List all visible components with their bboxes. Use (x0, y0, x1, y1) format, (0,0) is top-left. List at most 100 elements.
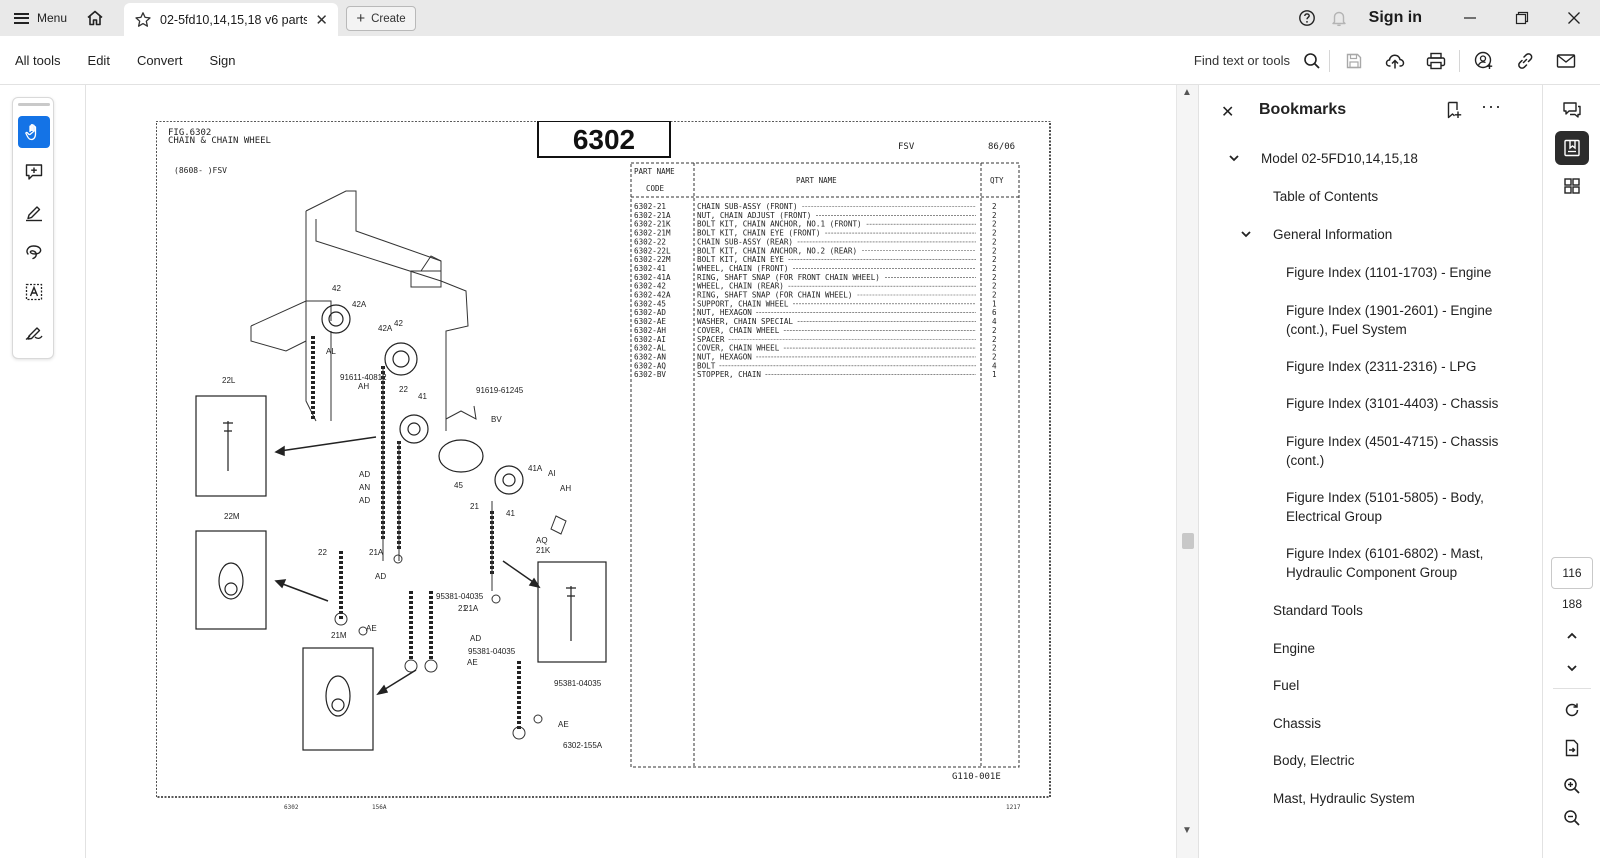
bookmark-item[interactable]: Model 02-5FD10,14,15,18 (1261, 149, 1509, 168)
menu-convert[interactable]: Convert (137, 53, 183, 68)
zoom-out-button[interactable] (1555, 801, 1589, 835)
bookmark-item[interactable]: Figure Index (4501-4715) - Chassis (cont… (1286, 432, 1509, 470)
hand-tool-button[interactable] (18, 116, 50, 148)
minimize-icon (1464, 17, 1476, 19)
menu-edit[interactable]: Edit (88, 53, 110, 68)
copy-link-button[interactable] (1504, 36, 1545, 85)
part-qty: 2 (992, 202, 997, 211)
bookmark-item[interactable]: Mast, Hydraulic System (1273, 789, 1509, 808)
print-button[interactable] (1415, 36, 1456, 85)
callout-label: AE (366, 624, 377, 633)
more-options-icon[interactable]: ··· (1481, 96, 1502, 117)
find-text-tools[interactable]: Find text or tools (1194, 53, 1290, 68)
part-code: 6302-21K (634, 220, 671, 229)
callout-label: 95381-04035 (554, 679, 602, 688)
restore-button[interactable] (1496, 0, 1548, 36)
page-foot-mid: 156A (372, 804, 387, 811)
bookmark-item[interactable]: Standard Tools (1273, 601, 1509, 620)
bookmark-item[interactable]: Figure Index (5101-5805) - Body, Electri… (1286, 488, 1509, 526)
help-button[interactable] (1291, 0, 1323, 36)
search-button[interactable] (1298, 36, 1326, 85)
callout-label: AN (359, 483, 370, 492)
main-toolbar: All tools Edit Convert Sign Find text or… (0, 36, 1600, 85)
part-code: 6302-45 (634, 299, 666, 308)
part-name: BOLT KIT, CHAIN ANCHOR, NO.2 (REAR) (697, 246, 857, 255)
zoom-in-button[interactable] (1555, 769, 1589, 803)
current-page-input[interactable]: 116 (1551, 557, 1593, 589)
upload-cloud-button[interactable] (1374, 36, 1415, 85)
bookmarks-panel-button[interactable] (1555, 131, 1589, 165)
callout-label: 45 (454, 481, 463, 490)
part-code: 6302-BV (634, 370, 666, 379)
thumbnails-panel-button[interactable] (1555, 169, 1589, 203)
search-icon (1304, 52, 1320, 69)
next-page-button[interactable] (1555, 651, 1589, 685)
bookmark-item[interactable]: General Information (1273, 225, 1509, 244)
part-code: 6302-AD (634, 308, 666, 317)
pdf-page: FIG.6302 CHAIN & CHAIN WHEEL (8608- )FSV… (155, 120, 1056, 811)
add-comment-button[interactable] (18, 156, 50, 188)
draw-button[interactable] (18, 236, 50, 268)
part-name: BOLT KIT, CHAIN EYE (FRONT) (697, 229, 820, 238)
bookmark-item[interactable]: Fuel (1273, 676, 1509, 695)
bookmark-item[interactable]: Table of Contents (1273, 187, 1509, 206)
bookmark-item[interactable]: Engine (1273, 639, 1509, 658)
bookmark-item[interactable]: Body, Electric (1273, 751, 1509, 770)
menu-button[interactable]: Menu (0, 0, 79, 36)
previous-page-button[interactable] (1555, 619, 1589, 653)
page-export-button[interactable] (1555, 731, 1589, 765)
scroll-down-icon[interactable]: ▼ (1182, 825, 1192, 836)
bookmark-item[interactable]: Chassis (1273, 714, 1509, 733)
email-button[interactable] (1545, 36, 1586, 85)
highlight-button[interactable] (18, 196, 50, 228)
close-window-button[interactable] (1548, 0, 1600, 36)
save-button[interactable] (1333, 36, 1374, 85)
hand-icon (25, 123, 37, 141)
rotate-button[interactable] (1555, 693, 1589, 727)
minimize-button[interactable] (1444, 0, 1496, 36)
part-name: SPACER (697, 335, 725, 344)
part-qty: 1 (992, 370, 997, 379)
sign-tool-button[interactable] (18, 316, 50, 348)
bookmark-item[interactable]: Figure Index (6101-6802) - Mast, Hydraul… (1286, 544, 1509, 582)
zoom-out-icon (1564, 810, 1580, 826)
text-box-icon (25, 283, 43, 301)
notifications-button[interactable] (1323, 0, 1355, 36)
part-name: WHEEL, CHAIN (FRONT) (697, 264, 788, 273)
tab-close-icon[interactable]: ✕ (315, 11, 328, 29)
add-bookmark-button[interactable] (1445, 101, 1463, 124)
part-qty: 2 (992, 237, 997, 246)
menu-sign[interactable]: Sign (209, 53, 235, 68)
callout-label: 95381-04035 (468, 647, 516, 656)
home-button[interactable] (79, 0, 111, 36)
create-button[interactable]: + Create (346, 6, 416, 31)
document-viewport[interactable]: FIG.6302 CHAIN & CHAIN WHEEL (8608- )FSV… (86, 85, 1176, 858)
scroll-up-icon[interactable]: ▲ (1182, 87, 1192, 98)
highlighter-icon (26, 206, 42, 222)
callout-label: 22L (222, 376, 236, 385)
sign-in-button[interactable]: Sign in (1369, 9, 1422, 27)
part-code: 6302-42 (634, 282, 666, 291)
share-button[interactable] (1463, 36, 1504, 85)
bookmark-item[interactable]: Figure Index (3101-4403) - Chassis (1286, 394, 1509, 413)
menu-all-tools[interactable]: All tools (15, 53, 61, 68)
close-bookmarks-icon[interactable]: ✕ (1221, 102, 1234, 122)
scroll-thumb[interactable] (1182, 533, 1194, 549)
chevron-down-icon[interactable] (1227, 151, 1241, 165)
comments-panel-button[interactable] (1555, 93, 1589, 127)
callout-label: 91611-40812 (340, 373, 387, 382)
text-box-button[interactable] (18, 276, 50, 308)
bookmark-item[interactable]: Figure Index (1101-1703) - Engine (1286, 263, 1509, 282)
star-icon[interactable] (134, 11, 152, 29)
document-scrollbar[interactable]: ▲ ▼ (1176, 85, 1198, 858)
callout-label: AQ (536, 536, 548, 545)
fsv-label: FSV (898, 142, 915, 152)
bookmark-item[interactable]: Figure Index (2311-2316) - LPG (1286, 357, 1509, 376)
fig-title: CHAIN & CHAIN WHEEL (168, 136, 271, 146)
document-tab[interactable]: 02-5fd10,14,15,18 v6 parts... ✕ (124, 3, 338, 36)
drag-handle[interactable] (18, 103, 50, 106)
bookmark-item[interactable]: Figure Index (1901-2601) - Engine (cont.… (1286, 301, 1509, 339)
comments-icon (1563, 102, 1581, 118)
part-code: 6302-21 (634, 202, 666, 211)
chevron-down-icon[interactable] (1239, 227, 1253, 241)
